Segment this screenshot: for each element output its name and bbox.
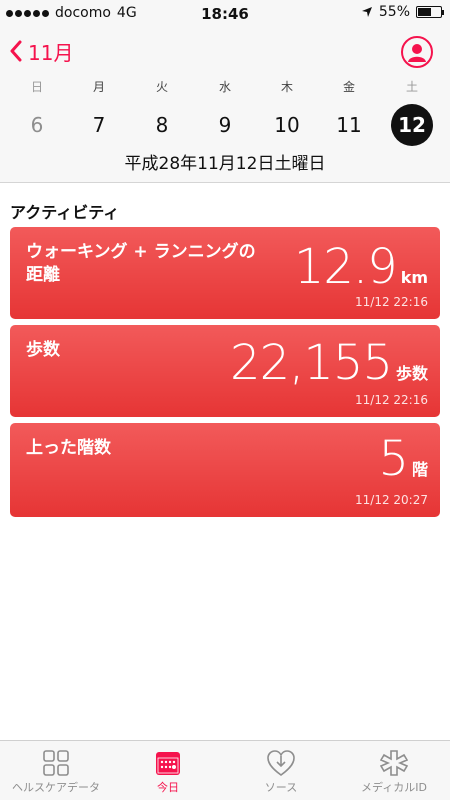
card-number: 5 (378, 431, 409, 487)
person-icon (408, 44, 426, 62)
day-10[interactable]: 10 (266, 104, 308, 146)
card-title: 上った階数 (26, 438, 111, 458)
card-value: 12.9 km (294, 243, 428, 291)
section-title: アクティビティ (10, 203, 120, 222)
day-11[interactable]: 11 (328, 104, 370, 146)
floors-card[interactable]: 上った階数 5 階 11/12 20:27 (10, 423, 440, 517)
tab-sources[interactable]: ソース (225, 747, 337, 795)
chevron-left-icon (10, 40, 22, 62)
weekday-sun: 日 (30, 80, 43, 94)
tab-label: メディカルID (361, 781, 427, 794)
day-8[interactable]: 8 (141, 104, 183, 146)
card-title: 歩数 (26, 340, 60, 360)
card-timestamp: 11/12 20:27 (355, 493, 428, 507)
calendar-header: 11月 日 月 火 水 木 金 土 6 7 8 9 10 11 12 平成28年… (0, 28, 450, 183)
tab-label: ヘルスケアデータ (12, 781, 100, 794)
card-value: 22,155 歩数 (230, 339, 428, 387)
tab-bar: ヘルスケアデータ 今日 ソース メディカルID (0, 740, 450, 800)
back-button[interactable]: 11月 (10, 36, 73, 66)
weekday-fri: 金 (342, 80, 355, 94)
grid-icon (43, 750, 69, 776)
location-arrow-icon (361, 7, 372, 17)
tab-health-data[interactable]: ヘルスケアデータ (0, 747, 112, 795)
card-timestamp: 11/12 22:16 (355, 393, 428, 407)
card-number: 22,155 (230, 335, 393, 391)
card-unit: 階 (411, 460, 428, 479)
profile-button[interactable] (401, 36, 433, 68)
card-value: 5 階 (378, 435, 428, 483)
weekday-mon: 月 (92, 80, 105, 94)
download-heart-icon (267, 750, 295, 776)
card-unit: km (400, 268, 428, 287)
steps-card[interactable]: 歩数 22,155 歩数 11/12 22:16 (10, 325, 440, 417)
weekday-sat: 土 (405, 80, 418, 94)
tab-today[interactable]: 今日 (112, 747, 224, 795)
tab-medical-id[interactable]: メディカルID (338, 747, 450, 795)
day-7[interactable]: 7 (78, 104, 120, 146)
day-9[interactable]: 9 (204, 104, 246, 146)
distance-card[interactable]: ウォーキング + ランニングの 距離 12.9 km 11/12 22:16 (10, 227, 440, 319)
tab-label: 今日 (157, 781, 179, 794)
date-label: 平成28年11月12日土曜日 (124, 154, 326, 174)
weekday-tue: 火 (155, 80, 168, 94)
asterisk-icon (380, 750, 408, 776)
battery-icon (416, 6, 444, 18)
day-6[interactable]: 6 (16, 104, 58, 146)
battery-percent: 55% (378, 4, 410, 20)
card-unit: 歩数 (395, 364, 428, 383)
back-label: 11月 (28, 40, 74, 65)
card-title: ウォーキング + ランニングの 距離 (26, 242, 256, 285)
weekday-thu: 木 (280, 80, 293, 94)
weekday-wed: 水 (218, 80, 231, 94)
day-12-selected[interactable]: 12 (391, 104, 433, 146)
card-timestamp: 11/12 22:16 (355, 295, 428, 309)
calendar-icon (156, 752, 180, 775)
tab-label: ソース (264, 781, 298, 794)
card-number: 12.9 (293, 239, 398, 295)
status-bar: docomo 4G 18:46 55% (0, 0, 450, 28)
